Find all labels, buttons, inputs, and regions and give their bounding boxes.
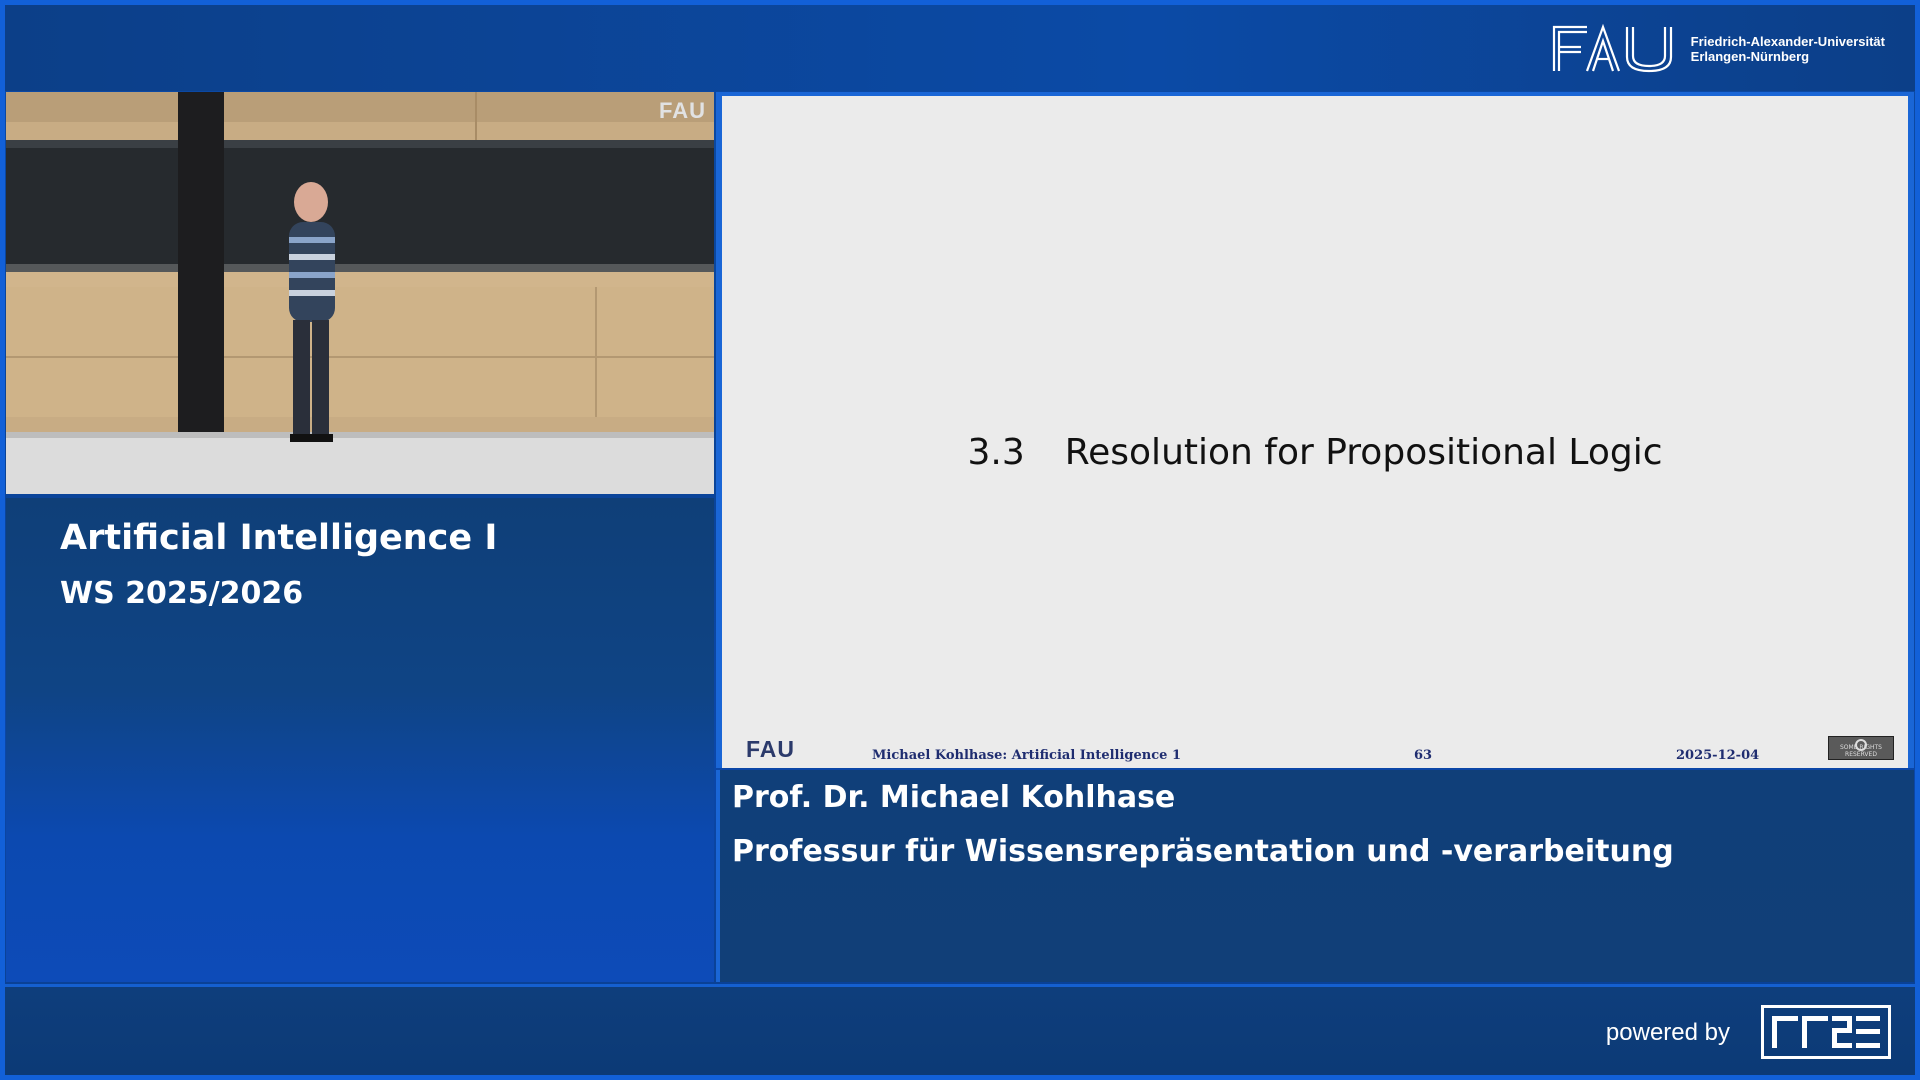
slide-section-title: Resolution for Propositional Logic [1064,432,1663,473]
university-name: Friedrich-Alexander-Universität Erlangen… [1691,34,1885,64]
rrze-wordmark-icon [1772,1016,1880,1048]
slide-footer-page-number: 63 [1414,748,1433,763]
rrze-logo-icon [1761,1005,1891,1059]
speaker-name: Prof. Dr. Michael Kohlhase [732,780,1176,815]
slide-section-number: 3.3 [967,432,1025,473]
creative-commons-icon: SOME RIGHTS RESERVED [1828,736,1894,760]
cc-license-text: SOME RIGHTS RESERVED [1840,744,1882,758]
slide-footer-date: 2025-12-04 [1676,748,1760,763]
slide-section-heading: 3.3 Resolution for Propositional Logic [722,432,1908,473]
slide-frame: 3.3 Resolution for Propositional Logic FA… [716,92,1914,768]
slide-footer-logo: FAU [746,736,795,762]
slide-footer: FAU Michael Kohlhase: Artificial Intelli… [722,736,1908,768]
course-info-panel: Artificial Intelligence I WS 2025/2026 [6,498,714,982]
speaker-info-panel: Prof. Dr. Michael Kohlhase Professur für… [716,770,1914,982]
footer-bar: powered by [5,984,1915,1075]
slide-footer-author: Michael Kohlhase: Artificial Intelligenc… [872,748,1181,763]
presentation-slide[interactable]: 3.3 Resolution for Propositional Logic FA… [722,96,1908,768]
university-name-line1: Friedrich-Alexander-Universität [1690,34,1885,49]
course-title: Artificial Intelligence I [60,518,498,558]
powered-by-label: powered by [1605,1019,1730,1046]
lecture-hall-scene [6,92,714,494]
video-watermark: FAU [659,98,706,123]
lecturer-video[interactable]: FAU [6,92,714,494]
speaker-chair: Professur für Wissensrepräsentation und … [732,834,1674,869]
header-bar: Friedrich-Alexander-Universität Erlangen… [5,5,1915,91]
fau-logo: Friedrich-Alexander-Universität Erlangen… [1551,23,1885,75]
course-term: WS 2025/2026 [60,576,304,611]
university-name-line2: Erlangen-Nürnberg [1690,49,1810,64]
fau-wordmark-icon [1552,23,1672,73]
